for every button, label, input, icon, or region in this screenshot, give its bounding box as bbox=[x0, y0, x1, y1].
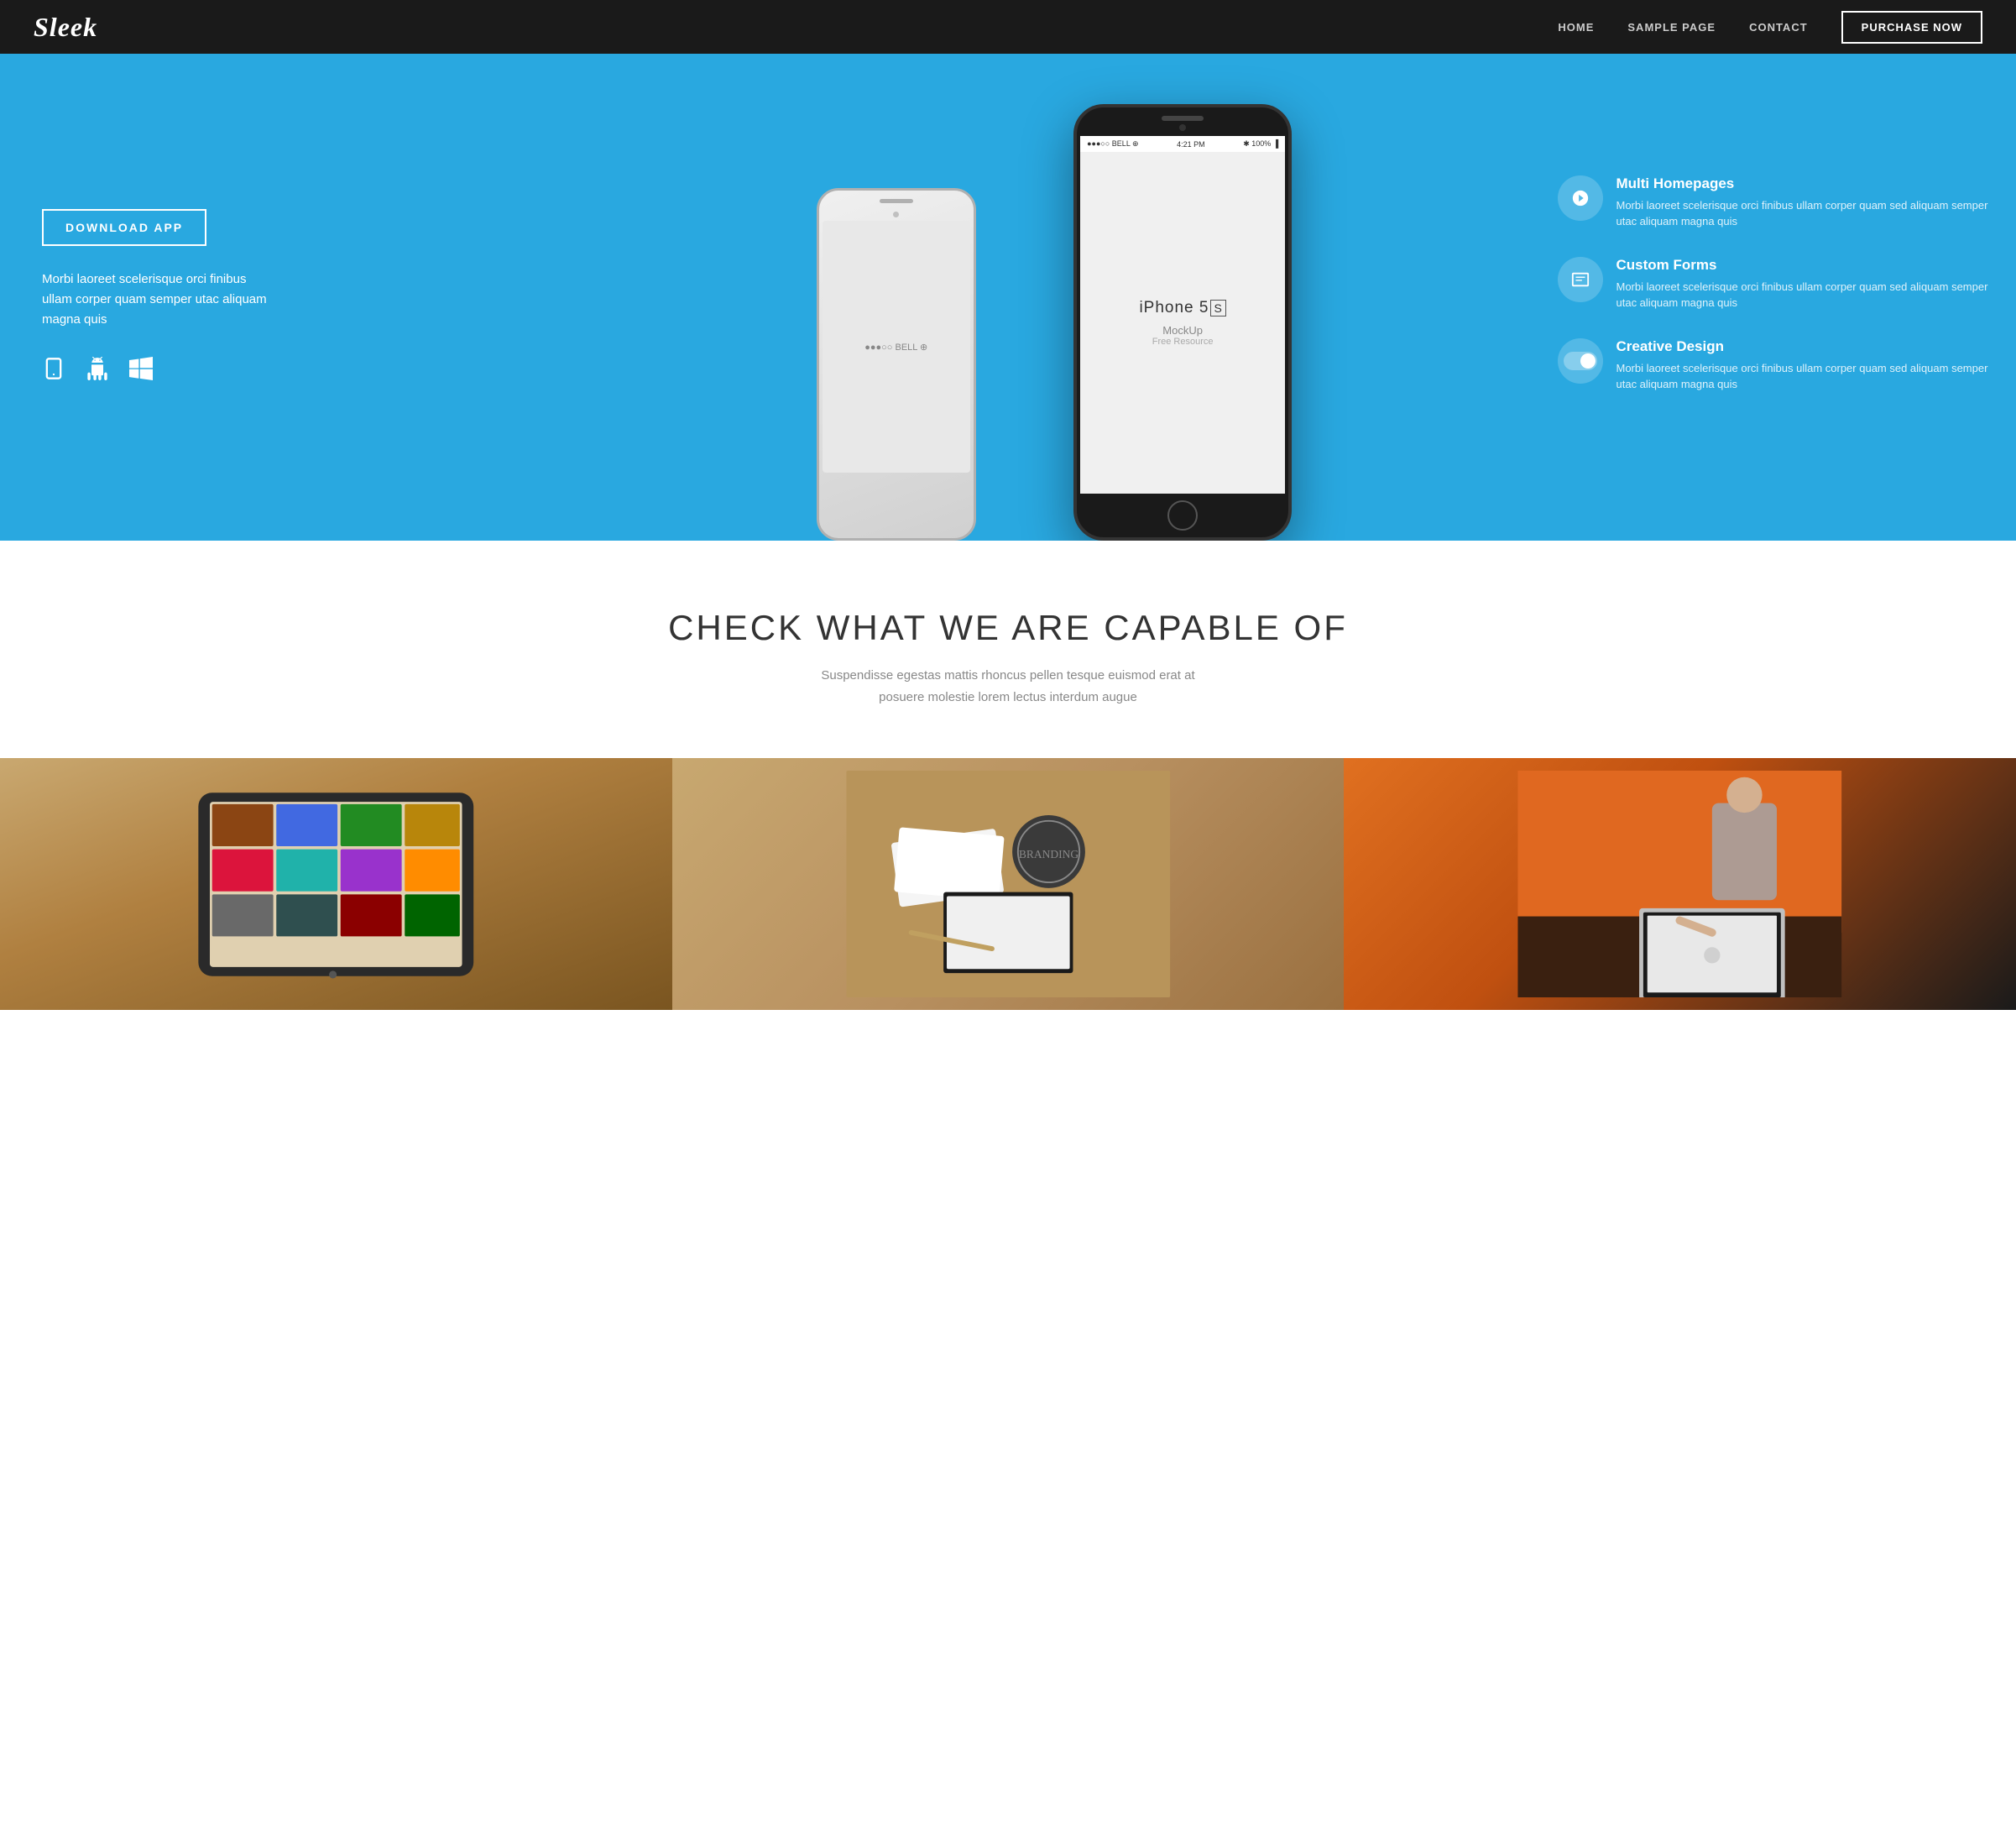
feature-desc-3: Morbi laoreet scelerisque orci finibus u… bbox=[1616, 360, 1991, 393]
nav-sample-page[interactable]: SAMPLE PAGE bbox=[1627, 21, 1716, 34]
android-icon bbox=[86, 357, 109, 386]
svg-text:BRANDING: BRANDING bbox=[1019, 848, 1079, 860]
nav-contact[interactable]: CONTACT bbox=[1749, 21, 1808, 34]
feature-item-2: Custom Forms Morbi laoreet scelerisque o… bbox=[1558, 257, 1991, 311]
mobile-icon bbox=[42, 357, 65, 386]
feature-text-2: Custom Forms Morbi laoreet scelerisque o… bbox=[1616, 257, 1991, 311]
nav-links: HOME SAMPLE PAGE CONTACT PURCHASE NOW bbox=[1558, 11, 1982, 44]
phone-status-bar: ●●●○○ BELL ⊕ 4:21 PM ✱ 100% ▐ bbox=[1080, 136, 1285, 152]
phone-model-name: iPhone 5S bbox=[1139, 299, 1225, 317]
download-app-button[interactable]: DOWNLOAD APP bbox=[42, 209, 206, 246]
phone-mockup-sub: Free Resource bbox=[1152, 337, 1214, 347]
hero-left: DOWNLOAD APP Morbi laoreet scelerisque o… bbox=[0, 54, 766, 541]
platform-icons bbox=[42, 357, 724, 386]
phone-screen-content: iPhone 5S MockUp Free Resource bbox=[1080, 152, 1285, 494]
feature-text-1: Multi Homepages Morbi laoreet scelerisqu… bbox=[1616, 175, 1991, 230]
hero-center-phones: ●●●○○ BELL ⊕ ●●●○○ BELL ⊕ 4:21 PM ✱ 100%… bbox=[766, 54, 1533, 541]
hero-description: Morbi laoreet scelerisque orci finibus u… bbox=[42, 269, 277, 330]
portfolio-item-office[interactable] bbox=[1344, 758, 2016, 1010]
phone-container: ●●●○○ BELL ⊕ ●●●○○ BELL ⊕ 4:21 PM ✱ 100%… bbox=[766, 104, 1533, 541]
feature-title-3: Creative Design bbox=[1616, 338, 1991, 355]
capabilities-section: CHECK WHAT WE ARE CAPABLE OF Suspendisse… bbox=[0, 541, 2016, 1060]
capabilities-heading: CHECK WHAT WE ARE CAPABLE OF bbox=[34, 608, 1982, 648]
office-svg bbox=[1377, 771, 1982, 997]
feature-item-3: Creative Design Morbi laoreet scelerisqu… bbox=[1558, 338, 1991, 393]
phone-mockup-label: MockUp bbox=[1162, 324, 1203, 337]
feature-icon-creative-design bbox=[1558, 338, 1603, 384]
feature-icon-custom-forms bbox=[1558, 257, 1603, 302]
feature-title-2: Custom Forms bbox=[1616, 257, 1991, 274]
feature-icon-multi-homepages bbox=[1558, 175, 1603, 221]
feature-title-1: Multi Homepages bbox=[1616, 175, 1991, 192]
purchase-button[interactable]: PURCHASE NOW bbox=[1841, 11, 1982, 44]
portfolio-item-branding[interactable]: BRANDING bbox=[672, 758, 1345, 1010]
tablet-svg bbox=[50, 777, 622, 991]
branding-svg: BRANDING bbox=[706, 771, 1311, 997]
phone-back: ●●●○○ BELL ⊕ bbox=[817, 188, 976, 541]
phone-camera bbox=[1179, 124, 1186, 131]
phone-home-button[interactable] bbox=[1167, 500, 1198, 531]
navbar: Sleek HOME SAMPLE PAGE CONTACT PURCHASE … bbox=[0, 0, 2016, 54]
hero-section: DOWNLOAD APP Morbi laoreet scelerisque o… bbox=[0, 54, 2016, 541]
portfolio-item-tablet[interactable] bbox=[0, 758, 672, 1010]
feature-desc-1: Morbi laoreet scelerisque orci finibus u… bbox=[1616, 197, 1991, 230]
windows-icon bbox=[129, 357, 153, 386]
hero-right-features: Multi Homepages Morbi laoreet scelerisqu… bbox=[1533, 54, 2016, 541]
toggle-icon bbox=[1564, 352, 1597, 370]
phone-speaker bbox=[1162, 116, 1204, 121]
feature-item-1: Multi Homepages Morbi laoreet scelerisqu… bbox=[1558, 175, 1991, 230]
portfolio-grid: BRANDING bbox=[0, 758, 2016, 1010]
logo: Sleek bbox=[34, 12, 97, 43]
phone-screen: ●●●○○ BELL ⊕ 4:21 PM ✱ 100% ▐ iPhone 5S … bbox=[1080, 136, 1285, 494]
phone-front: ●●●○○ BELL ⊕ 4:21 PM ✱ 100% ▐ iPhone 5S … bbox=[1073, 104, 1292, 541]
capabilities-subtext: Suspendisse egestas mattis rhoncus pelle… bbox=[756, 665, 1260, 708]
nav-home[interactable]: HOME bbox=[1558, 21, 1594, 34]
feature-desc-2: Morbi laoreet scelerisque orci finibus u… bbox=[1616, 279, 1991, 311]
status-time: 4:21 PM bbox=[1177, 140, 1205, 149]
status-carrier: ●●●○○ BELL ⊕ bbox=[1087, 139, 1138, 149]
status-battery: ✱ 100% ▐ bbox=[1243, 139, 1278, 149]
feature-text-3: Creative Design Morbi laoreet scelerisqu… bbox=[1616, 338, 1991, 393]
